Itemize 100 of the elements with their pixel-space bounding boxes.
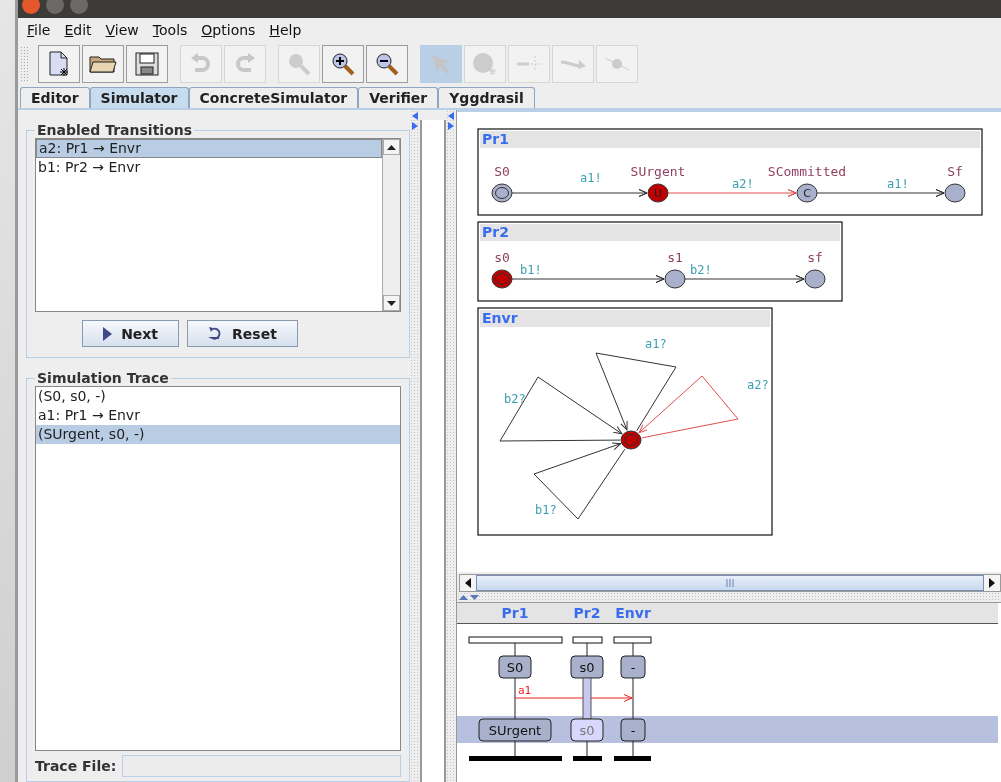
lifeline-end: [573, 756, 602, 761]
location-node[interactable]: [620, 430, 642, 450]
template-name: Pr1: [482, 131, 509, 147]
scroll-right-button[interactable]: [984, 575, 1000, 591]
location-label: s0: [494, 250, 510, 265]
left-arrow-icon: [465, 578, 471, 588]
right-arrow-icon: [989, 578, 995, 588]
location-node[interactable]: [804, 269, 826, 289]
location-node[interactable]: [664, 269, 686, 289]
scrollbar-thumb[interactable]: [476, 575, 984, 591]
edge-label: b2?: [504, 392, 526, 406]
open-button[interactable]: [82, 45, 124, 83]
up-arrow-icon: [387, 144, 396, 150]
lifeline-head: [613, 636, 652, 644]
menu-item[interactable]: File: [22, 20, 56, 40]
scrollbar[interactable]: [459, 574, 1001, 592]
message-label: a1: [518, 684, 532, 697]
edge-label: b1!: [520, 263, 542, 277]
lifeline-end: [614, 756, 651, 761]
input-field[interactable]: [122, 755, 401, 777]
tab[interactable]: Verifier: [358, 87, 439, 108]
pointer-icon: [429, 52, 453, 76]
state-box[interactable]: [570, 655, 604, 679]
self-loop-edge[interactable]: [533, 442, 626, 520]
play-icon: [103, 326, 113, 341]
trace-item[interactable]: (S0, s0, -): [36, 387, 400, 406]
zoom-in-button[interactable]: [322, 45, 364, 83]
tab[interactable]: ConcreteSimulator: [188, 87, 359, 108]
menu-item[interactable]: Edit: [59, 20, 97, 40]
search-icon: [287, 52, 311, 76]
location-label: SUrgent: [630, 164, 686, 179]
location-label: SCommitted: [767, 164, 847, 179]
location-node[interactable]: [796, 183, 818, 203]
process-name: Pr1: [501, 605, 529, 621]
state-label: SUrgent: [488, 723, 542, 738]
folder-icon: [89, 54, 117, 74]
location-label: S0: [494, 164, 510, 179]
edge-arrow[interactable]: [511, 275, 665, 283]
state-label: S0: [506, 660, 524, 675]
tab[interactable]: Simulator: [89, 87, 189, 108]
state-label: -: [630, 660, 636, 675]
next-button[interactable]: Next: [82, 320, 180, 347]
edge-label: a1!: [580, 171, 602, 185]
location-label: sf: [807, 250, 823, 265]
save-icon: [135, 52, 159, 76]
zoom-out-button[interactable]: [366, 45, 408, 83]
edge-label: a1!: [887, 177, 909, 191]
tab[interactable]: Yggdrasil: [438, 87, 535, 108]
edge-arrow[interactable]: [511, 189, 648, 197]
edge-label: a2!: [732, 177, 754, 191]
process-name: Pr2: [573, 605, 601, 621]
scroll-up-button[interactable]: [383, 139, 400, 155]
edge-label: a2?: [747, 378, 769, 392]
process-name: Envr: [615, 605, 651, 621]
scrollbar[interactable]: [382, 139, 400, 311]
collapse-arrow-icon[interactable]: [412, 112, 418, 120]
trace-item[interactable]: (SUrgent, s0, -): [36, 425, 400, 444]
collapse-arrow-icon[interactable]: [459, 594, 468, 600]
location-node[interactable]: [491, 269, 513, 289]
expand-arrow-icon[interactable]: [470, 594, 479, 600]
edge-arrow[interactable]: [684, 275, 805, 283]
self-loop-edge[interactable]: [595, 352, 677, 432]
reset-button[interactable]: Reset: [187, 320, 298, 347]
location-node[interactable]: [944, 183, 966, 203]
state-label: s0: [579, 723, 595, 738]
new-button[interactable]: [38, 45, 80, 83]
scroll-down-button[interactable]: [383, 295, 400, 311]
expand-arrow-icon[interactable]: [412, 122, 418, 130]
edge-arrow[interactable]: [816, 189, 945, 197]
location-label: s1: [667, 250, 683, 265]
lifeline-head: [572, 636, 603, 644]
menu-item[interactable]: Help: [264, 20, 307, 40]
transition-item[interactable]: b1: Pr2 → Envr: [36, 158, 382, 177]
file-icon: [48, 51, 70, 77]
location-node[interactable]: [491, 183, 513, 203]
edge-label: b1?: [535, 503, 557, 517]
zoom-in-icon: [331, 52, 355, 76]
menu-item[interactable]: Options: [196, 20, 261, 40]
trace-item[interactable]: a1: Pr1 → Envr: [36, 406, 400, 425]
location-symbol: U: [653, 187, 663, 200]
state-box[interactable]: [478, 718, 552, 742]
menu-item[interactable]: Tools: [147, 20, 193, 40]
self-loop-edge[interactable]: [499, 376, 623, 442]
trace-file-label: Trace File:: [35, 758, 117, 774]
transition-item[interactable]: a2: Pr1 → Envr: [36, 139, 382, 158]
state-box[interactable]: [498, 655, 532, 679]
group-title: Simulation Trace: [36, 370, 170, 386]
grip-icon: [726, 578, 734, 588]
location-node[interactable]: [647, 183, 669, 203]
scroll-left-button[interactable]: [460, 575, 476, 591]
edge-label: b2!: [690, 263, 712, 277]
collapse-arrow-icon[interactable]: [448, 112, 454, 120]
tab[interactable]: Editor: [20, 87, 90, 108]
state-box[interactable]: [620, 655, 646, 679]
close-button[interactable]: [22, 0, 40, 14]
state-label: s0: [579, 660, 595, 675]
group-title: Enabled Transitions: [36, 122, 194, 138]
expand-arrow-icon[interactable]: [448, 122, 454, 130]
save-button[interactable]: [126, 45, 168, 83]
menu-item[interactable]: View: [100, 20, 144, 40]
